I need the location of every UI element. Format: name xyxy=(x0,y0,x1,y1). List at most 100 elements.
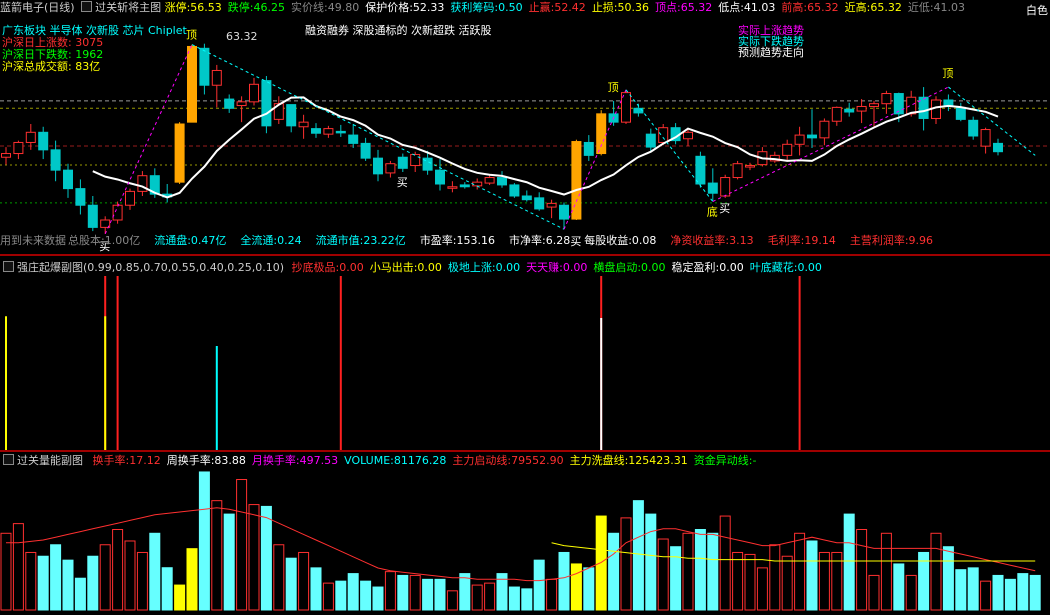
volume-bar xyxy=(930,532,942,611)
volume-bar xyxy=(645,513,657,611)
candle xyxy=(162,184,173,203)
candle xyxy=(732,160,743,180)
volume-bar xyxy=(769,544,781,611)
moving-average-line xyxy=(92,96,999,199)
volume-bar xyxy=(533,559,545,611)
candle xyxy=(645,128,656,152)
volume-bar xyxy=(37,555,49,611)
volume-bar xyxy=(112,529,124,611)
news-tags: 融资融券 深股通标的 次新超跌 活跃股 xyxy=(305,24,492,37)
candle xyxy=(559,202,569,230)
volume-bar xyxy=(880,532,892,611)
candle xyxy=(112,201,123,224)
sub1-title[interactable]: 强庄起爆副图(0.99,0.85,0.70,0.55,0.40,0.25,0.1… xyxy=(17,261,284,274)
volume-bar xyxy=(1029,574,1041,611)
candle xyxy=(869,100,879,128)
sub2-volume-chart[interactable] xyxy=(0,470,1050,615)
main-indicator-name[interactable]: 过关斩将主图 xyxy=(95,1,161,14)
volume-bar xyxy=(124,540,136,611)
peak-price-label: 63.32 xyxy=(226,30,258,43)
sub1-value-4: 横盘启动:0.00 xyxy=(593,261,666,274)
volume-bar xyxy=(322,582,334,611)
volume-bar xyxy=(521,588,533,611)
volume-bar xyxy=(1004,578,1016,611)
indicator-toggle-icon[interactable] xyxy=(3,261,14,272)
buy-mark: 买 xyxy=(719,202,730,215)
sub2-value-1: 周换手率:83.88 xyxy=(166,454,246,467)
candle xyxy=(769,151,780,163)
volume-bar xyxy=(335,580,347,611)
candle xyxy=(323,125,334,138)
candle xyxy=(484,174,495,185)
candle xyxy=(249,77,259,106)
turnover-line: 沪深总成交额: 83亿 xyxy=(2,60,101,73)
candle xyxy=(509,183,520,198)
volume-bar xyxy=(632,500,644,611)
volume-bar xyxy=(508,586,520,611)
candle xyxy=(50,140,61,182)
candle xyxy=(410,151,421,172)
candle xyxy=(583,135,594,161)
candle xyxy=(943,94,954,112)
candle xyxy=(459,182,470,189)
candle xyxy=(968,116,979,140)
candle xyxy=(745,162,755,171)
candle xyxy=(187,44,197,123)
indicator-toggle-icon[interactable] xyxy=(81,1,93,12)
volume-bar xyxy=(682,532,694,611)
sub2-title[interactable]: 过关量能副图 xyxy=(17,454,83,467)
sub1-value-3: 天天赚:0.00 xyxy=(526,261,588,274)
volume-bar xyxy=(707,532,719,611)
main-value-2: 实价线:49.80 xyxy=(291,1,360,14)
volume-bar xyxy=(136,551,148,611)
volume-bar xyxy=(620,517,632,611)
fundamental-4: 市盈率:153.16 xyxy=(419,234,496,247)
volume-bar xyxy=(893,563,905,611)
candle xyxy=(596,110,607,156)
main-value-4: 获利筹码:0.50 xyxy=(450,1,523,14)
candle xyxy=(261,76,272,134)
candle xyxy=(955,102,966,122)
volume-bar xyxy=(967,567,979,611)
top-mark: 顶 xyxy=(942,67,953,80)
sub2-header: 过关量能副图 换手率:17.12 周换手率:83.88 月换手率:497.53 VOL… xyxy=(0,453,1050,469)
main-candlestick-chart[interactable]: 顶顶顶底买 买买买 xyxy=(0,16,1050,256)
volume-bar xyxy=(446,590,458,611)
main-header: 蓝箭电子(日线) 过关斩将主图 涨停:56.53 跌停:46.25 实价线:49.8… xyxy=(0,0,1050,16)
candle xyxy=(856,99,867,124)
candle xyxy=(844,102,855,117)
candle xyxy=(348,124,359,148)
sub1-value-6: 叶底藏花:0.00 xyxy=(749,261,822,274)
sub1-header: 强庄起爆副图(0.99,0.85,0.70,0.55,0.40,0.25,0.1… xyxy=(0,260,1050,276)
fundamental-7: 净资收益率:3.13 xyxy=(670,234,754,247)
main-value-11: 近低:41.03 xyxy=(907,1,966,14)
signal-bar xyxy=(5,316,7,451)
indicator-toggle-icon[interactable] xyxy=(3,454,14,465)
volume-bar xyxy=(211,500,223,611)
volume-bar xyxy=(583,567,595,611)
candle xyxy=(385,160,396,178)
candle xyxy=(435,159,445,191)
volume-bar xyxy=(174,584,186,611)
candle xyxy=(931,96,941,124)
sub1-signal-chart[interactable]: 张财港榜 xyxy=(0,276,1050,451)
candle xyxy=(831,106,842,126)
volume-bar xyxy=(670,546,682,611)
volume-bar xyxy=(570,563,582,611)
top-mark: 顶 xyxy=(186,29,197,42)
candle xyxy=(782,139,793,160)
trend-legend-forecast: 预测趋势走向 xyxy=(738,46,804,59)
volume-bar xyxy=(384,571,396,611)
candle xyxy=(918,87,929,131)
candle xyxy=(1,147,11,165)
volume-bar xyxy=(794,532,806,611)
fundamental-0: 总股本:1.00亿 xyxy=(68,234,141,247)
candle xyxy=(621,89,631,124)
volume-bar xyxy=(310,567,322,611)
volume-bar xyxy=(942,546,954,611)
volume-bar xyxy=(149,532,161,611)
volume-bar xyxy=(50,544,62,611)
candle xyxy=(993,138,1003,156)
main-start-line xyxy=(6,507,1036,582)
volume-bar xyxy=(484,582,496,611)
